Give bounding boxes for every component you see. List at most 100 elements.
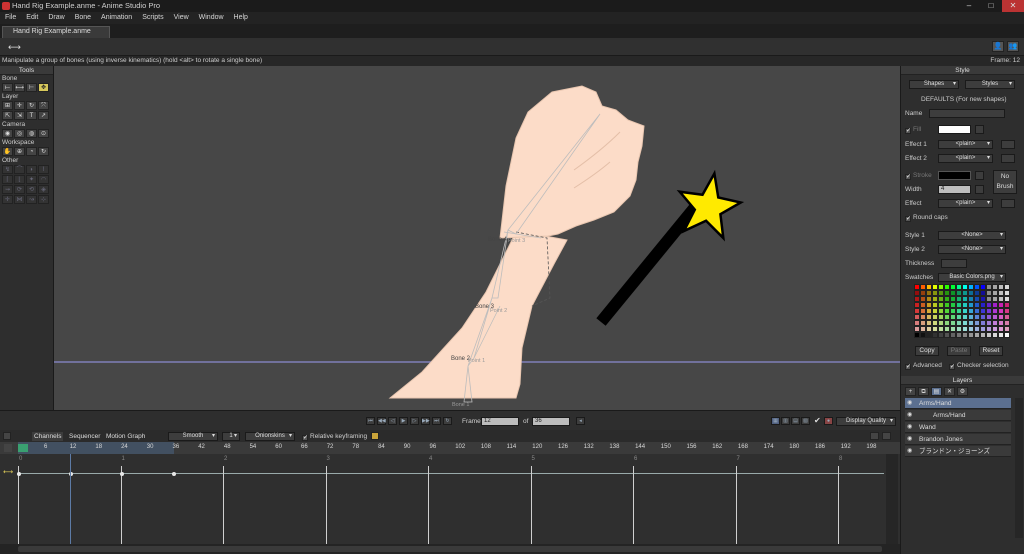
tab-motion-graph[interactable]: Motion Graph bbox=[104, 432, 147, 441]
other-tool-11-icon[interactable]: ◈ bbox=[38, 185, 49, 194]
effect1-edit-button[interactable] bbox=[1001, 140, 1015, 149]
bone-tool-1-icon[interactable]: ⟷ bbox=[14, 83, 25, 92]
zoom-out-icon[interactable] bbox=[882, 432, 891, 440]
layer-tool-4-icon[interactable]: ⇱ bbox=[2, 111, 13, 120]
camera-tool-2-icon[interactable]: ◍ bbox=[26, 129, 37, 138]
loop-button[interactable]: ↻ bbox=[443, 417, 452, 425]
timeline-menu-icon[interactable] bbox=[3, 432, 11, 440]
check-icon[interactable]: ✔ bbox=[814, 416, 821, 425]
fill-color-swatch[interactable] bbox=[938, 125, 971, 134]
relative-keyframing-checkbox[interactable]: ✓ Relative keyframing bbox=[302, 433, 367, 441]
bone-tool-0-icon[interactable]: ⟝ bbox=[2, 83, 13, 92]
interpolation-dropdown[interactable]: Smooth ▾ bbox=[168, 432, 218, 441]
audio-icon[interactable]: ◂ bbox=[576, 417, 585, 425]
lock-icon[interactable] bbox=[371, 432, 379, 440]
layer-item[interactable]: ◉ Arms/Hand bbox=[905, 410, 1011, 421]
user-icon[interactable]: 👤 bbox=[992, 41, 1004, 52]
other-tool-8-icon[interactable]: ⇝ bbox=[2, 185, 13, 194]
layer-tool-6-icon[interactable]: T bbox=[26, 111, 37, 120]
bone-channel-icon[interactable]: ⟷ bbox=[3, 468, 13, 476]
keyframe-dot[interactable] bbox=[119, 471, 124, 476]
arm-shape[interactable] bbox=[388, 231, 568, 399]
current-frame-marker[interactable] bbox=[70, 454, 71, 544]
total-frames-field[interactable]: 36 bbox=[532, 417, 570, 426]
width-field[interactable]: 4 bbox=[938, 185, 971, 194]
style1-dropdown[interactable]: <None> ▾ bbox=[938, 231, 1006, 240]
rewind-button[interactable]: ⏮ bbox=[366, 417, 375, 425]
layer-tool-0-icon[interactable]: ⊞ bbox=[2, 101, 13, 110]
other-tool-4-icon[interactable]: ⌈ bbox=[2, 175, 13, 184]
other-tool-15-icon[interactable]: ⊹ bbox=[38, 195, 49, 204]
layers-scrollbar[interactable] bbox=[1015, 398, 1023, 538]
camera-tool-0-icon[interactable]: ◉ bbox=[2, 129, 13, 138]
menu-file[interactable]: File bbox=[0, 12, 21, 24]
reset-button[interactable]: Reset bbox=[979, 346, 1003, 356]
other-tool-12-icon[interactable]: ✛ bbox=[2, 195, 13, 204]
view-grid-icon[interactable]: ▧ bbox=[801, 417, 810, 425]
other-tool-7-icon[interactable]: ◠ bbox=[38, 175, 49, 184]
menu-draw[interactable]: Draw bbox=[43, 12, 69, 24]
other-tool-5-icon[interactable]: ⌊ bbox=[14, 175, 25, 184]
next-key-button[interactable]: ▷ bbox=[410, 417, 419, 425]
visibility-eye-icon[interactable]: ◉ bbox=[907, 446, 912, 457]
other-tool-1-icon[interactable]: ⌒ bbox=[14, 165, 25, 174]
style2-dropdown[interactable]: <None> ▾ bbox=[938, 245, 1006, 254]
timeline-hscrollbar[interactable] bbox=[0, 544, 900, 554]
effect2-dropdown[interactable]: <plain> ▾ bbox=[938, 154, 993, 163]
timeline-track-area[interactable]: ⟷ 0 1 2 3 4 5 6 7 8 bbox=[0, 454, 900, 544]
workspace-tool-0-icon[interactable]: ✋ bbox=[2, 147, 13, 156]
stroke-effect-edit-button[interactable] bbox=[1001, 199, 1015, 208]
layer-tool-5-icon[interactable]: ⇲ bbox=[14, 111, 25, 120]
display-quality-dropdown[interactable]: Display Quality ▾ bbox=[836, 417, 896, 426]
bone-tool-3-icon[interactable]: ✥ bbox=[38, 83, 49, 92]
color-swatches-grid[interactable] bbox=[914, 284, 1010, 342]
name-field[interactable] bbox=[929, 109, 1005, 118]
thickness-field[interactable] bbox=[941, 259, 967, 268]
group-layer-icon[interactable]: ▤ bbox=[931, 387, 942, 396]
canvas-viewport[interactable]: Bone 4 Point 3 Bone 3 Point 2 Bone 2 Poi… bbox=[54, 66, 900, 410]
maximize-button[interactable]: □ bbox=[980, 0, 1002, 12]
timeline-scroll-thumb[interactable] bbox=[18, 546, 882, 552]
end-button[interactable]: ⏭ bbox=[432, 417, 441, 425]
other-tool-0-icon[interactable]: ↯ bbox=[2, 165, 13, 174]
timeline-vscrollbar[interactable] bbox=[886, 454, 898, 544]
fill-options-button[interactable] bbox=[975, 125, 984, 134]
layer-tool-7-icon[interactable]: ↗ bbox=[38, 111, 49, 120]
zoom-in-icon[interactable] bbox=[870, 432, 879, 440]
swatches-dropdown[interactable]: Basic Colors.png ▾ bbox=[938, 273, 1006, 282]
duplicate-layer-icon[interactable]: ⧉ bbox=[918, 387, 929, 396]
workspace-tool-3-icon[interactable]: ↻ bbox=[38, 147, 49, 156]
other-tool-6-icon[interactable]: ✦ bbox=[26, 175, 37, 184]
step-back-button[interactable]: ◀◀ bbox=[377, 417, 386, 425]
visibility-eye-icon[interactable]: ◉ bbox=[907, 434, 912, 445]
layer-tool-3-icon[interactable]: ⤧ bbox=[38, 101, 49, 110]
workspace-tool-2-icon[interactable]: ◔ bbox=[26, 147, 37, 156]
view-quad-icon[interactable]: ▤ bbox=[791, 417, 800, 425]
keyframe-dot[interactable] bbox=[16, 471, 21, 476]
width-options-button[interactable] bbox=[975, 185, 984, 194]
menu-scripts[interactable]: Scripts bbox=[137, 12, 168, 24]
copy-button[interactable]: Copy bbox=[915, 346, 939, 356]
tab-channels[interactable]: Channels bbox=[32, 432, 64, 441]
menu-help[interactable]: Help bbox=[229, 12, 253, 24]
workspace-tool-1-icon[interactable]: ⊕ bbox=[14, 147, 25, 156]
visibility-eye-icon[interactable]: ◉ bbox=[907, 398, 912, 409]
interp-count-dropdown[interactable]: 1 ▾ bbox=[222, 432, 240, 441]
close-button[interactable]: ✕ bbox=[1002, 0, 1024, 12]
layer-tool-1-icon[interactable]: ✛ bbox=[14, 101, 25, 110]
layer-settings-icon[interactable]: ⚙ bbox=[957, 387, 968, 396]
menu-view[interactable]: View bbox=[169, 12, 194, 24]
users-icon[interactable]: 👥 bbox=[1007, 41, 1019, 52]
document-tab[interactable]: Hand Rig Example.anme bbox=[2, 26, 110, 38]
new-layer-icon[interactable]: + bbox=[905, 387, 916, 396]
round-caps-checkbox[interactable]: ✓ Round caps bbox=[905, 214, 948, 222]
layer-tool-2-icon[interactable]: ↻ bbox=[26, 101, 37, 110]
effect1-dropdown[interactable]: <plain> ▾ bbox=[938, 140, 993, 149]
camera-tool-1-icon[interactable]: ◎ bbox=[14, 129, 25, 138]
layer-item[interactable]: ◉ Wand bbox=[905, 422, 1011, 433]
other-tool-10-icon[interactable]: ⟲ bbox=[26, 185, 37, 194]
shapes-dropdown[interactable]: Shapes ▾ bbox=[909, 80, 959, 89]
tab-sequencer[interactable]: Sequencer bbox=[67, 432, 102, 441]
keyframe-dot[interactable] bbox=[171, 471, 176, 476]
fill-checkbox[interactable]: ✓ Fill bbox=[905, 126, 921, 134]
